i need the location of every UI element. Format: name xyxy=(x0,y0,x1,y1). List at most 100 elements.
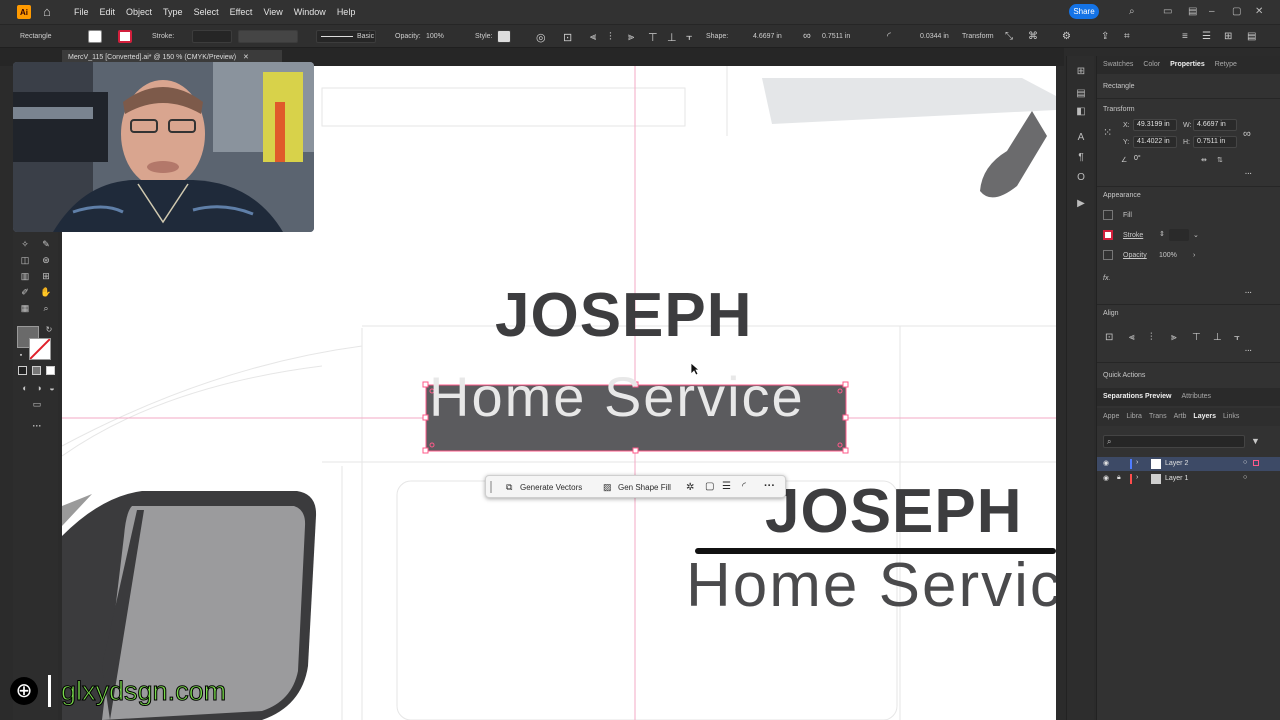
width-value[interactable]: 4.6697 in xyxy=(753,33,782,40)
opacity-value[interactable]: 100% xyxy=(426,33,444,40)
more-options-icon[interactable]: ▤ xyxy=(1247,31,1256,42)
panel-align-vcenter-icon[interactable]: ⊥ xyxy=(1213,332,1222,343)
character-icon[interactable]: A xyxy=(1075,132,1087,144)
align-center-icon[interactable]: ⫶ xyxy=(609,31,612,44)
panel-align-left-icon[interactable]: ⫷ xyxy=(1129,332,1135,343)
hand-tool-icon[interactable]: ✋ xyxy=(40,286,52,298)
recolor-wand-icon[interactable]: ✲ xyxy=(686,482,694,493)
flip-vertical-icon[interactable]: ⇅ xyxy=(1217,156,1223,164)
h-field[interactable]: 0.7511 in xyxy=(1193,136,1237,148)
slice-tool-icon[interactable]: ✐ xyxy=(19,286,31,298)
align-middle-icon[interactable]: ⊥ xyxy=(667,31,677,44)
opacity-value[interactable]: 100% xyxy=(1159,252,1177,259)
menu-select[interactable]: Select xyxy=(194,7,219,17)
isolate-icon[interactable]: ⤡ xyxy=(1005,31,1013,42)
align-bottom-icon[interactable]: ⫟ xyxy=(686,31,693,44)
color-mode-icon[interactable] xyxy=(18,366,27,375)
transform-link[interactable]: Transform xyxy=(962,33,994,40)
link-proportions-icon[interactable]: ∞ xyxy=(803,30,811,42)
home-icon[interactable]: ⌂ xyxy=(43,5,59,19)
align-right-icon[interactable]: ⫸ xyxy=(628,31,634,44)
warp-icon[interactable]: ⌘ xyxy=(1028,31,1038,42)
none-mode-icon[interactable] xyxy=(46,366,55,375)
variable-width-field[interactable] xyxy=(238,30,298,43)
panel-align-bottom-icon[interactable]: ⫟ xyxy=(1234,332,1240,343)
visibility-eye-icon[interactable]: ◉ xyxy=(1103,474,1109,482)
close-window-icon[interactable]: ✕ xyxy=(1255,6,1263,17)
align-more-icon[interactable]: ··· xyxy=(1245,348,1252,355)
menu-effect[interactable]: Effect xyxy=(230,7,253,17)
close-tab-icon[interactable]: ✕ xyxy=(243,54,249,61)
visibility-eye-icon[interactable]: ◉ xyxy=(1103,459,1109,467)
drag-handle[interactable] xyxy=(490,481,492,493)
tab-swatches[interactable]: Swatches xyxy=(1103,61,1133,69)
w-field[interactable]: 4.6697 in xyxy=(1193,119,1237,131)
more-actions-icon[interactable]: ··· xyxy=(764,480,775,492)
menu-help[interactable]: Help xyxy=(337,7,356,17)
generate-vectors-icon[interactable]: ⧉ xyxy=(506,482,512,493)
edit-toolbar-icon[interactable]: ··· xyxy=(31,420,43,432)
align-top-icon[interactable]: ⊤ xyxy=(648,31,658,44)
corner-radius-value[interactable]: 0.0344 in xyxy=(920,33,949,40)
grid-icon[interactable]: ⊞ xyxy=(1224,31,1232,42)
minimize-icon[interactable]: – xyxy=(1209,6,1215,17)
layers-stack-icon[interactable]: ▤ xyxy=(1075,88,1087,100)
filter-icon[interactable]: ▼ xyxy=(1251,436,1260,446)
transform-more-icon[interactable]: ··· xyxy=(1245,171,1252,178)
menu-edit[interactable]: Edit xyxy=(100,7,116,17)
opentype-icon[interactable]: O xyxy=(1075,172,1087,184)
stroke-swatch[interactable] xyxy=(1103,230,1113,240)
rotate-field[interactable]: 0° xyxy=(1131,154,1161,166)
gen-shape-fill-button[interactable]: Gen Shape Fill xyxy=(618,483,671,492)
stroke-weight-stepper-icon[interactable]: ⇕ xyxy=(1159,230,1165,238)
constrain-proportions-icon[interactable]: ∞ xyxy=(1243,128,1251,140)
generate-vectors-button[interactable]: Generate Vectors xyxy=(520,483,582,492)
logo-subline-1[interactable]: Home Service xyxy=(429,364,805,424)
fx-button[interactable]: fx. xyxy=(1103,275,1110,282)
menu-window[interactable]: Window xyxy=(294,7,326,17)
arrange-icon[interactable]: ▤ xyxy=(1188,6,1197,17)
gen-shape-fill-icon[interactable]: ▨ xyxy=(603,482,612,493)
lock-icon[interactable]: 🔒︎ xyxy=(1117,474,1121,482)
symbol-tool-icon[interactable]: ⊛ xyxy=(40,254,52,266)
height-value[interactable]: 0.7511 in xyxy=(822,33,850,40)
screen-mode-icon[interactable]: ▭ xyxy=(31,398,43,410)
stroke-weight-field[interactable] xyxy=(1169,229,1189,241)
tab-separations-preview[interactable]: Separations Preview xyxy=(1103,393,1171,401)
expand-chevron-icon[interactable]: › xyxy=(1136,459,1138,466)
artboard-tool-icon[interactable]: ⊞ xyxy=(40,270,52,282)
flip-horizontal-icon[interactable]: ⇹ xyxy=(1201,156,1207,164)
round-corners-icon[interactable]: ◜ xyxy=(742,481,746,492)
align-to-icon[interactable]: ⊡ xyxy=(563,31,572,44)
stroke-color-swatch[interactable] xyxy=(29,338,51,360)
panel-align-top-icon[interactable]: ⊤ xyxy=(1192,332,1201,343)
tab-color[interactable]: Color xyxy=(1143,61,1160,69)
logo-headline-2[interactable]: JOSEPH xyxy=(765,476,1023,547)
layer-row[interactable]: ◉ 🔒︎ › Layer 1 ○ xyxy=(1097,472,1280,486)
libraries-icon[interactable]: ⊞ xyxy=(1075,66,1087,78)
workspace-icon[interactable]: ▭ xyxy=(1163,6,1172,17)
panel-menu-icon[interactable]: ≡ xyxy=(1182,31,1188,42)
corner-type-icon[interactable]: ◜ xyxy=(887,31,891,42)
draw-behind-icon[interactable]: ◑ xyxy=(33,382,45,394)
actions-play-icon[interactable]: ▶ xyxy=(1075,198,1087,210)
tab-transparency[interactable]: Trans xyxy=(1149,413,1167,421)
magic-wand-tool-icon[interactable]: ✧ xyxy=(19,238,31,250)
blend-tool-icon[interactable]: ◫ xyxy=(19,254,31,266)
default-colors-icon[interactable]: ▪ xyxy=(15,350,27,362)
logo-headline-1[interactable]: JOSEPH xyxy=(495,280,753,351)
draw-normal-icon[interactable]: ◐ xyxy=(19,382,31,394)
graphic-style-swatch[interactable] xyxy=(497,30,511,43)
tab-layers[interactable]: Layers xyxy=(1193,413,1216,421)
layers-search-input[interactable]: ⌕ xyxy=(1103,435,1245,448)
appearance-more-icon[interactable]: ··· xyxy=(1245,290,1252,297)
stroke-weight-field[interactable] xyxy=(192,30,232,43)
gradient-mode-icon[interactable] xyxy=(32,366,41,375)
menu-view[interactable]: View xyxy=(263,7,282,17)
align-left-icon[interactable]: ⫷ xyxy=(590,31,596,44)
expand-chevron-icon[interactable]: › xyxy=(1136,474,1138,481)
opacity-label[interactable]: Opacity xyxy=(1123,252,1147,259)
print-tiling-tool-icon[interactable]: ▦ xyxy=(19,302,31,314)
stroke-dropdown-icon[interactable]: ⌄ xyxy=(1193,231,1199,239)
x-field[interactable]: 49.3199 in xyxy=(1133,119,1177,131)
